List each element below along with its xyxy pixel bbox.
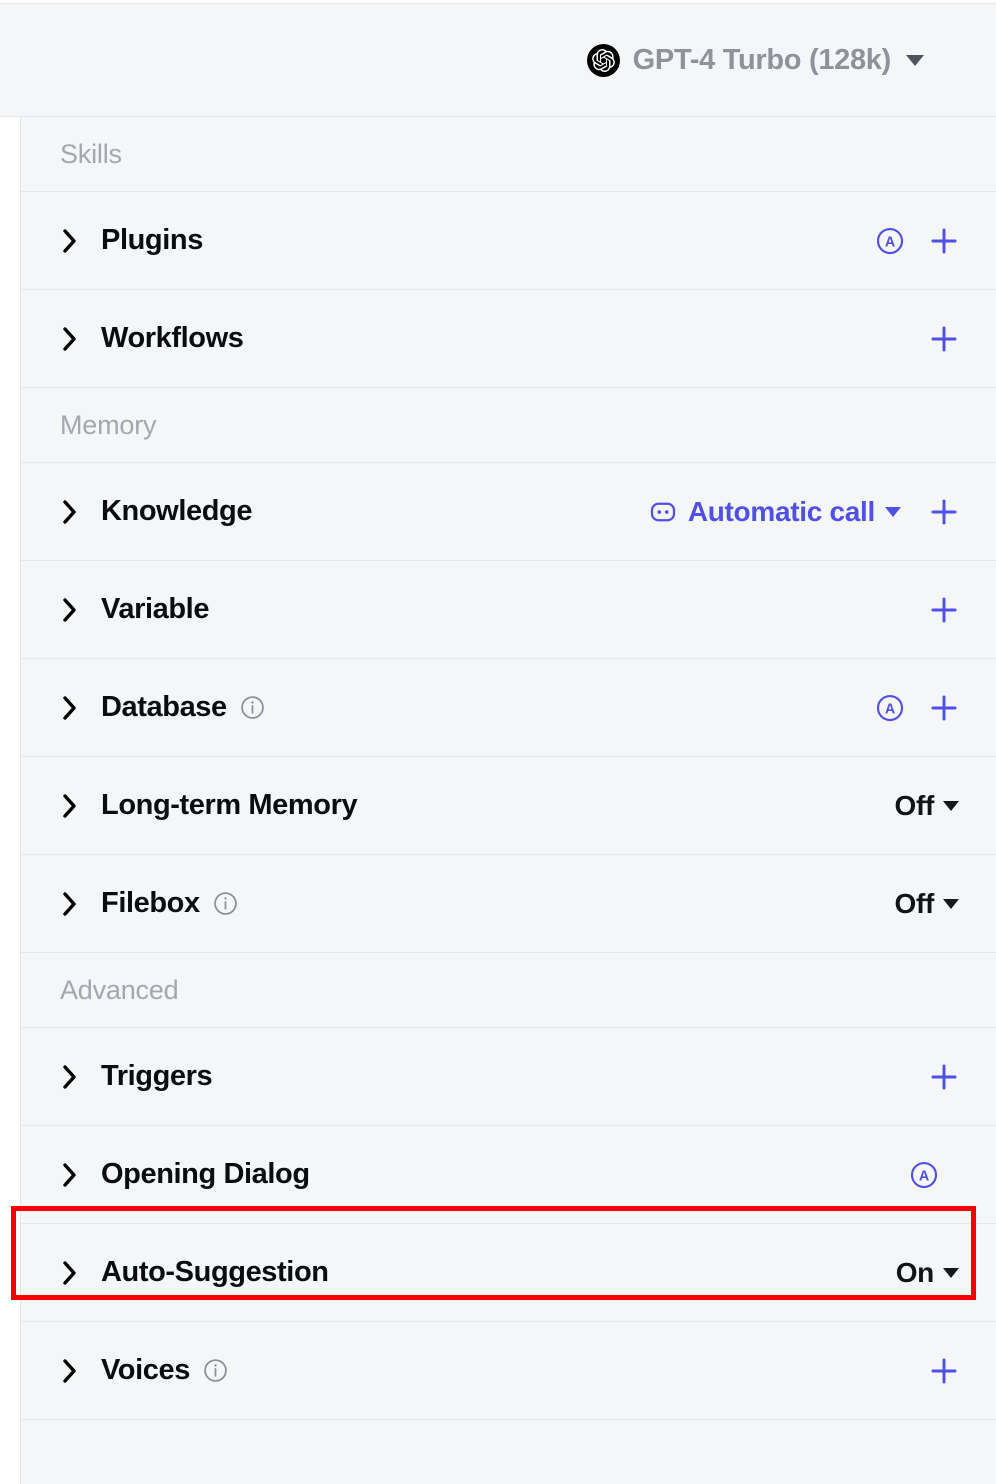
add-button[interactable] [927,593,961,627]
settings-list: Skills Plugins A Workflows Memory Knowle… [20,117,996,1484]
row-right-group [927,593,961,627]
settings-row-voices[interactable]: Voices [21,1322,996,1420]
row-left-group: Workflows [60,322,927,355]
row-right-group: Off [894,790,961,822]
svg-text:A: A [919,1168,929,1184]
chevron-right-icon[interactable] [60,227,80,255]
row-right-group: On [896,1257,961,1289]
row-right-group [927,1060,961,1094]
row-left-group: Triggers [60,1060,927,1093]
list-bottom-spacer [21,1420,996,1484]
row-left-group: Long-term Memory [60,789,894,822]
settings-row-variable[interactable]: Variable [21,561,996,659]
add-button[interactable] [927,224,961,258]
auto-suggestion-dropdown-value: On [895,1256,935,1288]
add-button[interactable] [927,1354,961,1388]
settings-row-knowledge[interactable]: Knowledge Automatic call [21,463,996,561]
row-right-group: A [909,1160,961,1190]
settings-panel: GPT-4 Turbo (128k) Skills Plugins A Work… [0,0,996,1484]
row-label: Knowledge [101,495,253,527]
row-right-group: Automatic call [648,495,961,529]
info-icon[interactable] [203,1358,228,1383]
filebox-dropdown[interactable]: Off [894,888,961,920]
row-left-group: Database [60,691,875,724]
row-label: Long-term Memory [101,789,358,821]
model-name-label: GPT-4 Turbo (128k) [632,43,892,76]
auto-suggestion-dropdown[interactable]: On [896,1257,961,1289]
chevron-right-icon[interactable] [60,596,80,624]
row-left-group: Plugins [60,224,875,257]
row-label: Variable [101,593,210,625]
section-header-advanced: Advanced [21,953,996,1028]
chevron-right-icon[interactable] [60,1259,80,1287]
row-label: Plugins [101,224,203,256]
settings-row-long-term-memory[interactable]: Long-term Memory Off [21,757,996,855]
row-left-group: Opening Dialog [60,1158,909,1191]
settings-row-auto-suggestion[interactable]: Auto-Suggestion On [21,1224,996,1322]
settings-row-opening-dialog[interactable]: Opening Dialog A [21,1126,996,1224]
settings-row-filebox[interactable]: Filebox Off [21,855,996,953]
row-left-group: Auto-Suggestion [60,1256,896,1289]
model-selector[interactable]: GPT-4 Turbo (128k) [586,43,924,77]
chevron-right-icon[interactable] [60,890,80,918]
row-left-group: Knowledge [60,495,648,528]
settings-row-plugins[interactable]: Plugins A [21,192,996,290]
add-button[interactable] [927,495,961,529]
row-label: Auto-Suggestion [101,1256,329,1288]
section-header-memory: Memory [21,388,996,463]
openai-logo-icon [586,43,620,77]
chevron-down-icon[interactable] [885,506,901,517]
chevron-down-icon[interactable] [906,54,924,66]
add-button[interactable] [927,322,961,356]
settings-row-triggers[interactable]: Triggers [21,1028,996,1126]
row-label: Filebox [101,887,200,919]
long-term-memory-dropdown-value: Off [894,789,934,821]
row-label: Opening Dialog [101,1158,310,1190]
row-left-group: Voices [60,1354,927,1387]
chevron-right-icon[interactable] [60,1063,80,1091]
chevron-right-icon[interactable] [60,792,80,820]
chevron-down-icon[interactable] [943,800,959,811]
section-header-label: Skills [60,138,122,169]
settings-row-database[interactable]: Database A [21,659,996,757]
row-label: Voices [101,1354,190,1386]
auto-mode-badge-icon[interactable]: A [875,693,905,723]
row-right-group [927,1354,961,1388]
section-header-skills: Skills [21,117,996,192]
row-label: Database [101,691,227,723]
chevron-right-icon[interactable] [60,498,80,526]
row-left-group: Filebox [60,887,894,920]
add-button[interactable] [927,691,961,725]
long-term-memory-dropdown[interactable]: Off [894,790,961,822]
knowledge-dropdown[interactable]: Automatic call [648,496,901,528]
row-right-group: A [875,224,961,258]
row-right-group [927,322,961,356]
chevron-right-icon[interactable] [60,694,80,722]
svg-text:A: A [885,701,895,717]
knowledge-dropdown-value: Automatic call [687,495,875,527]
filebox-dropdown-value: Off [894,887,934,919]
add-button[interactable] [927,1060,961,1094]
info-icon[interactable] [240,695,265,720]
settings-row-workflows[interactable]: Workflows [21,290,996,388]
robot-face-icon [648,497,678,527]
chevron-down-icon[interactable] [943,1267,959,1278]
auto-mode-badge-icon[interactable]: A [909,1160,939,1190]
info-icon[interactable] [213,891,238,916]
auto-mode-badge-icon[interactable]: A [875,226,905,256]
svg-text:A: A [885,234,895,250]
row-right-group: A [875,691,961,725]
row-left-group: Variable [60,593,927,626]
row-label: Workflows [101,322,244,354]
chevron-right-icon[interactable] [60,1357,80,1385]
section-header-label: Advanced [60,974,179,1005]
chevron-right-icon[interactable] [60,1161,80,1189]
section-header-label: Memory [60,409,157,440]
row-label: Triggers [101,1060,213,1092]
chevron-right-icon[interactable] [60,325,80,353]
panel-header: GPT-4 Turbo (128k) [0,4,996,117]
chevron-down-icon[interactable] [943,898,959,909]
row-right-group: Off [894,888,961,920]
